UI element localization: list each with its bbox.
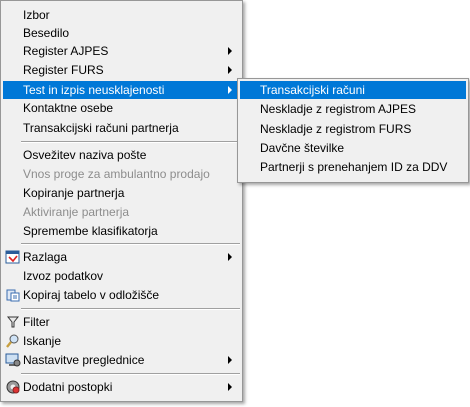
- submenu-arrow-icon: [228, 86, 232, 94]
- menu-item-kontaktne-osebe[interactable]: Kontaktne osebe: [3, 99, 240, 117]
- menu-item-besedilo[interactable]: Besedilo: [3, 24, 240, 42]
- menu-item-label: Vnos proge za ambulantno prodajo: [23, 167, 210, 181]
- submenu-arrow-icon: [228, 66, 232, 74]
- submenu-item-label: Transakcijski računi: [260, 83, 365, 97]
- menu-item-label: Filter: [23, 315, 50, 329]
- menu-item-label: Kontaktne osebe: [23, 101, 114, 115]
- context-menu: Izbor Besedilo Register AJPES Register F…: [0, 0, 243, 402]
- menu-item-kopiraj-tabelo[interactable]: Kopiraj tabelo v odložišče: [3, 286, 240, 304]
- menu-item-vnos-proge: Vnos proge za ambulantno prodajo: [3, 165, 240, 183]
- menu-item-label: Transakcijski računi partnerja: [23, 121, 179, 135]
- menu-item-izbor[interactable]: Izbor: [3, 6, 240, 24]
- menu-item-label: Dodatni postopki: [23, 380, 113, 394]
- menu-item-label: Kopiraj tabelo v odložišče: [23, 288, 160, 302]
- menu-item-label: Aktiviranje partnerja: [23, 205, 130, 219]
- filter-icon: [5, 314, 21, 330]
- submenu-arrow-icon: [228, 253, 232, 261]
- submenu-arrow-icon: [228, 383, 232, 391]
- menu-item-kopiranje-partnerja[interactable]: Kopiranje partnerja: [3, 184, 240, 202]
- menu-item-label: Register AJPES: [23, 44, 109, 58]
- submenu-item-transakcijski-racuni[interactable]: Transakcijski računi: [240, 81, 466, 99]
- menu-item-label: Nastavitve preglednice: [23, 353, 145, 367]
- submenu-arrow-icon: [228, 356, 232, 364]
- submenu-item-label: Neskladje z registrom AJPES: [260, 102, 417, 116]
- menu-item-spremembe-klasifikatorja[interactable]: Spremembe klasifikatorja: [3, 222, 240, 240]
- menu-item-label: Register FURS: [23, 63, 104, 77]
- menu-item-test-neusklajenosti[interactable]: Test in izpis neusklajenosti: [3, 81, 240, 99]
- nastavitve-icon: [5, 352, 21, 368]
- menu-item-label: Test in izpis neusklajenosti: [23, 83, 165, 97]
- menu-item-label: Osvežitev naziva pošte: [23, 148, 147, 162]
- submenu-item-neskladje-furs[interactable]: Neskladje z registrom FURS: [240, 120, 466, 138]
- menu-item-label: Razlaga: [23, 250, 68, 264]
- menu-item-label: Kopiranje partnerja: [23, 186, 125, 200]
- menu-item-izvoz-podatkov[interactable]: Izvoz podatkov: [3, 267, 240, 285]
- menu-item-label: Besedilo: [23, 26, 70, 40]
- menu-item-label: Izbor: [23, 8, 50, 22]
- menu-item-transakcijski-racuni-partnerja[interactable]: Transakcijski računi partnerja: [3, 119, 240, 137]
- submenu-arrow-icon: [228, 47, 232, 55]
- submenu-item-label: Partnerji s prenehanjem ID za DDV: [260, 160, 448, 174]
- razlaga-icon: [5, 249, 21, 265]
- submenu-item-neskladje-ajpes[interactable]: Neskladje z registrom AJPES: [240, 100, 466, 118]
- menu-separator: [21, 243, 240, 245]
- dodatni-postopki-icon: [5, 379, 21, 395]
- menu-item-filter[interactable]: Filter: [3, 313, 240, 331]
- menu-separator: [21, 373, 240, 375]
- menu-item-iskanje[interactable]: Iskanje: [3, 332, 240, 350]
- iskanje-icon: [5, 333, 21, 349]
- submenu-item-label: Neskladje z registrom FURS: [260, 122, 412, 136]
- menu-item-osvezitev-naziva-poste[interactable]: Osvežitev naziva pošte: [3, 146, 240, 164]
- menu-item-razlaga[interactable]: Razlaga: [3, 248, 240, 266]
- menu-separator: [21, 141, 240, 143]
- menu-item-dodatni-postopki[interactable]: Dodatni postopki: [3, 378, 240, 396]
- menu-item-label: Izvoz podatkov: [23, 269, 104, 283]
- submenu-item-label: Davčne številke: [260, 141, 345, 155]
- menu-item-label: Spremembe klasifikatorja: [23, 224, 158, 238]
- menu-item-label: Iskanje: [23, 334, 62, 348]
- menu-item-register-ajpes[interactable]: Register AJPES: [3, 42, 240, 60]
- menu-item-register-furs[interactable]: Register FURS: [3, 61, 240, 79]
- kopiraj-icon: [5, 287, 21, 303]
- menu-separator: [21, 308, 240, 310]
- submenu-item-davcne-stevilke[interactable]: Davčne številke: [240, 139, 466, 157]
- submenu-item-partnerji-ddv[interactable]: Partnerji s prenehanjem ID za DDV: [240, 158, 466, 176]
- submenu-test-neusklajenosti: Transakcijski računi Neskladje z registr…: [237, 78, 469, 183]
- menu-item-aktiviranje-partnerja: Aktiviranje partnerja: [3, 203, 240, 221]
- menu-item-nastavitve-preglednice[interactable]: Nastavitve preglednice: [3, 351, 240, 369]
